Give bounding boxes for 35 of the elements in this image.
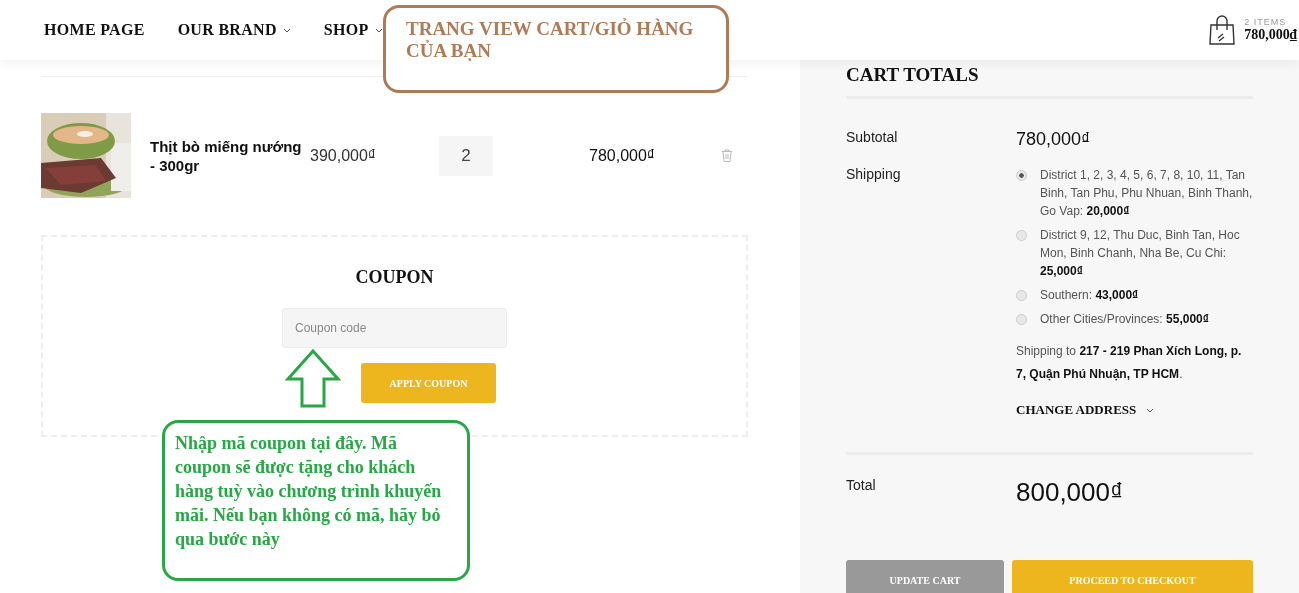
shipping-option: District 9, 12, Thu Duc, Binh Tan, Hoc Mon, Binh Chanh, Nha Be, Cu Chi: 25,000₫ [1040,226,1253,280]
radio-button[interactable] [1016,290,1027,301]
trash-icon[interactable] [721,149,733,162]
change-address-link[interactable]: CHANGE ADDRESS [1016,402,1155,418]
subtotal-label: Subtotal [846,129,899,147]
caret-icon [1146,407,1155,413]
cart-total: 780,000₫ [1244,27,1297,43]
radio-button[interactable] [1016,314,1027,325]
nav-link[interactable]: SHOP [323,21,383,39]
shipping-option: Southern: 43,000₫ [1040,286,1139,304]
title-callout: TRANG VIEW CART/GIỎ HÀNG CỦA BẠN [383,5,729,93]
shipping-label: Shipping [846,166,902,184]
subtotal-value: 780,000₫ [1016,129,1092,150]
up-arrow-icon [285,349,341,409]
total-value: 800,000₫ [1016,477,1125,508]
radio-button[interactable] [1016,230,1027,241]
total-label: Total [846,477,877,495]
note-callout: Nhập mã coupon tại đây. Mã coupon sẽ được tặng cho khách hàng tuỳ vào chương trình khuyến mãi. Nếu bạn không có mã, hãy bỏ qua bước này [162,420,470,581]
shipping-address: Shipping to 217 - 219 Phan Xích Long, p. 7, Quận Phú Nhuận, TP HCM. [1016,343,1243,383]
cart-item-count: 2 ITEMS [1244,17,1288,27]
coupon-title: COUPON [355,267,434,288]
radio-button[interactable] [1016,170,1027,181]
cart-totals-title: CART TOTALS [846,64,1253,99]
caret-icon [282,27,291,33]
shopping-bag-icon[interactable] [1208,14,1237,46]
product-name: Thịt bò miếng nướng - 300gr [150,136,303,175]
coupon-field[interactable]: Coupon code [282,308,507,348]
nav-link[interactable]: HOME PAGE [44,21,145,39]
product-price: 390,000₫ [310,146,378,165]
caret-icon [374,27,383,33]
line-subtotal: 780,000₫ [589,146,657,165]
nav-link[interactable]: OUR BRAND [177,21,291,39]
shipping-option: District 1, 2, 3, 4, 5, 6, 7, 8, 10, 11, Tan Binh, Tan Phu, Phu Nhuan, Binh Thanh, Go Vap: 20,000₫ [1040,166,1253,220]
quantity-field[interactable]: 2 [439,135,493,176]
shipping-option: Other Cities/Provinces: 55,000₫ [1040,310,1209,328]
